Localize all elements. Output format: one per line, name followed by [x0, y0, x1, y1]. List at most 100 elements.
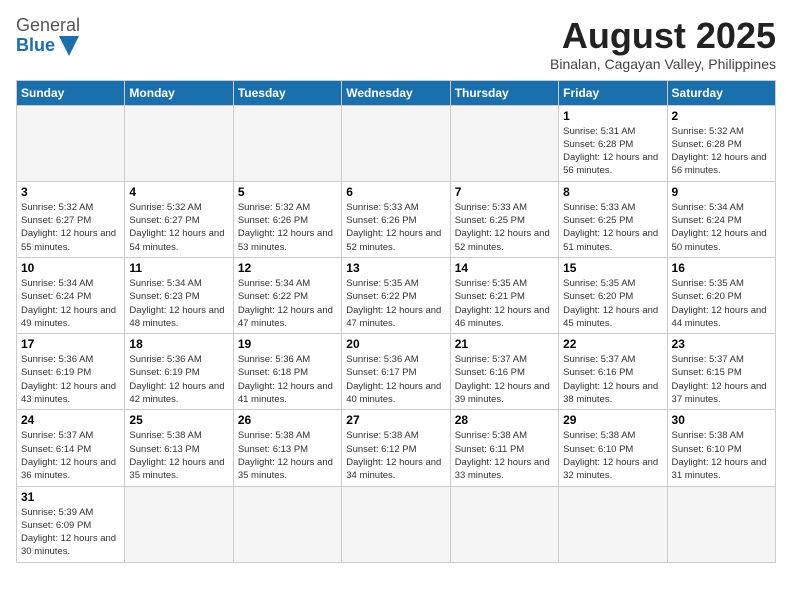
calendar-day: 6Sunrise: 5:33 AM Sunset: 6:26 PM Daylig… — [342, 181, 450, 257]
day-info: Sunrise: 5:36 AM Sunset: 6:19 PM Dayligh… — [21, 353, 120, 406]
calendar-day — [125, 486, 233, 562]
calendar-day: 31Sunrise: 5:39 AM Sunset: 6:09 PM Dayli… — [17, 486, 125, 562]
calendar-day: 11Sunrise: 5:34 AM Sunset: 6:23 PM Dayli… — [125, 257, 233, 333]
calendar-subtitle: Binalan, Cagayan Valley, Philippines — [550, 56, 776, 72]
day-info: Sunrise: 5:38 AM Sunset: 6:13 PM Dayligh… — [129, 429, 228, 482]
calendar-day: 25 Sunrise: 5:38 AM Sunset: 6:13 PM Dayli… — [125, 410, 233, 486]
day-number: 23 — [672, 337, 771, 351]
header-monday: Monday — [125, 80, 233, 105]
calendar-day: 9Sunrise: 5:34 AM Sunset: 6:24 PM Daylig… — [667, 181, 775, 257]
day-number: 5 — [238, 185, 337, 199]
day-number: 27 — [346, 413, 445, 427]
day-info: Sunrise: 5:32 AM Sunset: 6:28 PM Dayligh… — [672, 125, 771, 178]
calendar-day — [233, 105, 341, 181]
day-info: Sunrise: 5:38 AM Sunset: 6:12 PM Dayligh… — [346, 429, 445, 482]
day-info: Sunrise: 5:35 AM Sunset: 6:20 PM Dayligh… — [672, 277, 771, 330]
calendar-week-row: 24 Sunrise: 5:37 AM Sunset: 6:14 PM Dayli… — [17, 410, 776, 486]
calendar-week-row: 1 Sunrise: 5:31 AM Sunset: 6:28 PM Daylig… — [17, 105, 776, 181]
day-number: 14 — [455, 261, 554, 275]
day-info: Sunrise: 5:36 AM Sunset: 6:17 PM Dayligh… — [346, 353, 445, 406]
day-number: 1 — [563, 109, 662, 123]
calendar-day: 1 Sunrise: 5:31 AM Sunset: 6:28 PM Daylig… — [559, 105, 667, 181]
day-info: Sunrise: 5:32 AM Sunset: 6:27 PM Dayligh… — [129, 201, 228, 254]
day-number: 15 — [563, 261, 662, 275]
calendar-day: 16 Sunrise: 5:35 AM Sunset: 6:20 PM Dayli… — [667, 257, 775, 333]
logo-general: General — [16, 16, 80, 36]
day-info: Sunrise: 5:33 AM Sunset: 6:25 PM Dayligh… — [455, 201, 554, 254]
calendar-day: 30Sunrise: 5:38 AM Sunset: 6:10 PM Dayli… — [667, 410, 775, 486]
calendar-week-row: 31Sunrise: 5:39 AM Sunset: 6:09 PM Dayli… — [17, 486, 776, 562]
calendar-day — [17, 105, 125, 181]
day-number: 31 — [21, 490, 120, 504]
calendar-day: 21Sunrise: 5:37 AM Sunset: 6:16 PM Dayli… — [450, 334, 558, 410]
day-info: Sunrise: 5:36 AM Sunset: 6:19 PM Dayligh… — [129, 353, 228, 406]
calendar-day: 24 Sunrise: 5:37 AM Sunset: 6:14 PM Dayli… — [17, 410, 125, 486]
day-info: Sunrise: 5:32 AM Sunset: 6:27 PM Dayligh… — [21, 201, 120, 254]
day-info: Sunrise: 5:35 AM Sunset: 6:21 PM Dayligh… — [455, 277, 554, 330]
calendar-day: 26 Sunrise: 5:38 AM Sunset: 6:13 PM Dayli… — [233, 410, 341, 486]
calendar-week-row: 3Sunrise: 5:32 AM Sunset: 6:27 PM Daylig… — [17, 181, 776, 257]
calendar-header: August 2025 Binalan, Cagayan Valley, Phi… — [550, 16, 776, 72]
calendar-day: 27 Sunrise: 5:38 AM Sunset: 6:12 PM Dayli… — [342, 410, 450, 486]
calendar-day: 19Sunrise: 5:36 AM Sunset: 6:18 PM Dayli… — [233, 334, 341, 410]
calendar-day — [233, 486, 341, 562]
calendar-day — [450, 486, 558, 562]
calendar-table: Sunday Monday Tuesday Wednesday Thursday… — [16, 80, 776, 563]
calendar-day: 13 Sunrise: 5:35 AM Sunset: 6:22 PM Dayli… — [342, 257, 450, 333]
header-saturday: Saturday — [667, 80, 775, 105]
logo-text-group: General Blue — [16, 16, 80, 56]
header-sunday: Sunday — [17, 80, 125, 105]
calendar-week-row: 17Sunrise: 5:36 AM Sunset: 6:19 PM Dayli… — [17, 334, 776, 410]
calendar-day — [125, 105, 233, 181]
day-info: Sunrise: 5:38 AM Sunset: 6:10 PM Dayligh… — [563, 429, 662, 482]
day-number: 19 — [238, 337, 337, 351]
weekday-header-row: Sunday Monday Tuesday Wednesday Thursday… — [17, 80, 776, 105]
header-friday: Friday — [559, 80, 667, 105]
day-number: 16 — [672, 261, 771, 275]
calendar-day: 28Sunrise: 5:38 AM Sunset: 6:11 PM Dayli… — [450, 410, 558, 486]
day-info: Sunrise: 5:33 AM Sunset: 6:25 PM Dayligh… — [563, 201, 662, 254]
day-number: 13 — [346, 261, 445, 275]
day-info: Sunrise: 5:37 AM Sunset: 6:15 PM Dayligh… — [672, 353, 771, 406]
logo: General Blue — [16, 16, 80, 56]
day-info: Sunrise: 5:37 AM Sunset: 6:14 PM Dayligh… — [21, 429, 120, 482]
day-number: 29 — [563, 413, 662, 427]
logo-blue: Blue — [16, 36, 80, 56]
day-info: Sunrise: 5:35 AM Sunset: 6:22 PM Dayligh… — [346, 277, 445, 330]
day-info: Sunrise: 5:34 AM Sunset: 6:24 PM Dayligh… — [672, 201, 771, 254]
calendar-day: 5 Sunrise: 5:32 AM Sunset: 6:26 PM Daylig… — [233, 181, 341, 257]
day-number: 7 — [455, 185, 554, 199]
day-number: 18 — [129, 337, 228, 351]
calendar-day: 22Sunrise: 5:37 AM Sunset: 6:16 PM Dayli… — [559, 334, 667, 410]
header-tuesday: Tuesday — [233, 80, 341, 105]
day-info: Sunrise: 5:34 AM Sunset: 6:22 PM Dayligh… — [238, 277, 337, 330]
day-number: 26 — [238, 413, 337, 427]
day-info: Sunrise: 5:38 AM Sunset: 6:11 PM Dayligh… — [455, 429, 554, 482]
day-number: 30 — [672, 413, 771, 427]
header-thursday: Thursday — [450, 80, 558, 105]
header-wednesday: Wednesday — [342, 80, 450, 105]
day-info: Sunrise: 5:37 AM Sunset: 6:16 PM Dayligh… — [455, 353, 554, 406]
day-info: Sunrise: 5:35 AM Sunset: 6:20 PM Dayligh… — [563, 277, 662, 330]
calendar-day: 23 Sunrise: 5:37 AM Sunset: 6:15 PM Dayli… — [667, 334, 775, 410]
page-header: General Blue August 2025 Binalan, Cagaya… — [16, 16, 776, 72]
day-info: Sunrise: 5:31 AM Sunset: 6:28 PM Dayligh… — [563, 125, 662, 178]
day-number: 8 — [563, 185, 662, 199]
calendar-day: 12 Sunrise: 5:34 AM Sunset: 6:22 PM Dayli… — [233, 257, 341, 333]
day-info: Sunrise: 5:32 AM Sunset: 6:26 PM Dayligh… — [238, 201, 337, 254]
day-info: Sunrise: 5:34 AM Sunset: 6:23 PM Dayligh… — [129, 277, 228, 330]
day-number: 12 — [238, 261, 337, 275]
blue-triangle-icon — [59, 36, 79, 56]
day-info: Sunrise: 5:34 AM Sunset: 6:24 PM Dayligh… — [21, 277, 120, 330]
calendar-week-row: 10Sunrise: 5:34 AM Sunset: 6:24 PM Dayli… — [17, 257, 776, 333]
day-number: 25 — [129, 413, 228, 427]
calendar-day: 2Sunrise: 5:32 AM Sunset: 6:28 PM Daylig… — [667, 105, 775, 181]
calendar-day: 7 Sunrise: 5:33 AM Sunset: 6:25 PM Daylig… — [450, 181, 558, 257]
calendar-day: 10Sunrise: 5:34 AM Sunset: 6:24 PM Dayli… — [17, 257, 125, 333]
calendar-title: August 2025 — [550, 16, 776, 56]
day-number: 24 — [21, 413, 120, 427]
calendar-day: 15 Sunrise: 5:35 AM Sunset: 6:20 PM Dayli… — [559, 257, 667, 333]
calendar-day: 4Sunrise: 5:32 AM Sunset: 6:27 PM Daylig… — [125, 181, 233, 257]
day-info: Sunrise: 5:38 AM Sunset: 6:13 PM Dayligh… — [238, 429, 337, 482]
day-info: Sunrise: 5:37 AM Sunset: 6:16 PM Dayligh… — [563, 353, 662, 406]
